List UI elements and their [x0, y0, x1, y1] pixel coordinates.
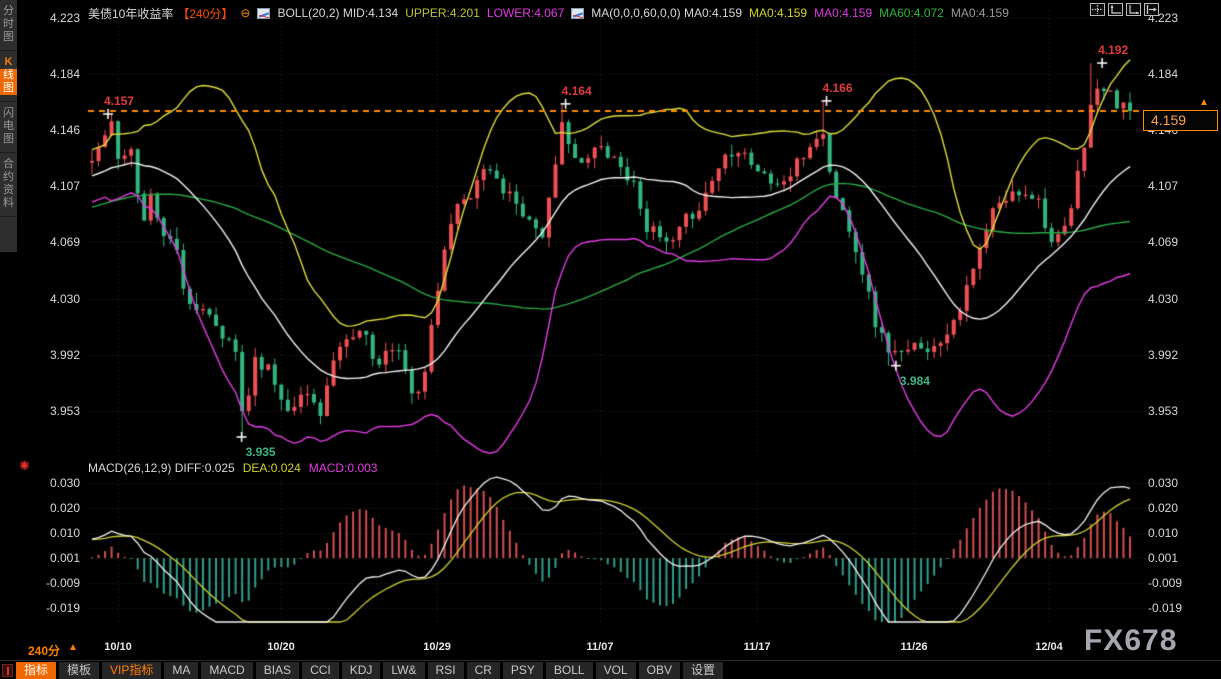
y-axis-tick-right: 4.184: [1148, 67, 1178, 81]
price-annotation: 4.164: [562, 84, 592, 98]
toolbar-button-0[interactable]: 指标: [16, 662, 56, 679]
toolbar-button-12[interactable]: BOLL: [546, 662, 593, 679]
y-axis-tick-left: 4.030: [28, 292, 80, 306]
price-annotation: 4.157: [104, 94, 134, 108]
x-axis-tick: 11/26: [892, 641, 936, 653]
toolbar-button-1[interactable]: 模板: [59, 662, 99, 679]
kline-mini-icon[interactable]: [2, 664, 13, 677]
toolbar-button-5[interactable]: BIAS: [256, 662, 299, 679]
macd-tick-left: -0.009: [28, 576, 80, 590]
x-axis-scale-icon[interactable]: [1126, 3, 1141, 16]
dea-readout: DEA:0.024: [243, 461, 301, 475]
macd-tick-right: 0.020: [1148, 501, 1178, 515]
x-axis-tick: 11/07: [578, 641, 622, 653]
toolbar-button-4[interactable]: MACD: [201, 662, 252, 679]
price-annotation: 4.192: [1098, 43, 1128, 57]
y-axis-tick-right: 3.992: [1148, 348, 1178, 362]
watermark: FX678: [1084, 624, 1177, 658]
y-axis-tick-left: 3.992: [28, 348, 80, 362]
sidebar-tab-2[interactable]: 闪电图: [0, 102, 17, 153]
mini-chart-icon[interactable]: [257, 8, 270, 19]
macd-tick-left: 0.001: [28, 551, 80, 565]
x-axis-tick: 10/10: [96, 641, 140, 653]
macd-tick-left: -0.019: [28, 601, 80, 615]
chart-toolbar-icons: [1090, 3, 1159, 16]
boll-lower-readout: LOWER:4.067: [487, 6, 564, 20]
sidebar-tab-0[interactable]: 分时图: [0, 0, 17, 51]
macd-tick-right: -0.019: [1148, 601, 1182, 615]
period-label[interactable]: 240分: [28, 642, 60, 659]
price-annotation: 3.984: [900, 374, 930, 388]
boll-upper-readout: UPPER:4.201: [405, 6, 480, 20]
y-axis-tick-left: 4.107: [28, 179, 80, 193]
y-axis-tick-right: 4.030: [1148, 292, 1178, 306]
chart-header: 美债10年收益率 【240分】 ⊖ BOLL(20,2) MID:4.134 U…: [88, 5, 1009, 21]
macd-tick-right: 0.030: [1148, 476, 1178, 490]
boll-readout: BOLL(20,2) MID:4.134: [277, 6, 398, 20]
ma-group-readout: MA(0,0,0,60,0,0) MA0:4.159: [591, 6, 742, 20]
y-axis-tick-left: 4.184: [28, 67, 80, 81]
mini-chart-icon[interactable]: [571, 8, 584, 19]
macd-tick-left: 0.010: [28, 526, 80, 540]
macd-tick-right: 0.001: [1148, 551, 1178, 565]
x-axis-tick: 10/20: [259, 641, 303, 653]
sidebar: 分时图K线图闪电图合约资料: [0, 0, 17, 252]
macd-tick-left: 0.020: [28, 501, 80, 515]
toolbar-button-10[interactable]: CR: [467, 662, 500, 679]
macd-tick-right: 0.010: [1148, 526, 1178, 540]
ma60-readout: MA60:4.072: [879, 6, 944, 20]
toolbar-button-11[interactable]: PSY: [503, 662, 543, 679]
period-badge: 【240分】: [177, 5, 233, 22]
last-price-box: 4.159: [1143, 110, 1218, 131]
macd-tick-right: -0.009: [1148, 576, 1182, 590]
toolbar-button-14[interactable]: OBV: [639, 662, 680, 679]
y-axis-tick-right: 4.107: [1148, 179, 1178, 193]
price-annotation: 4.166: [823, 81, 853, 95]
ma-yellow-readout: MA0:4.159: [749, 6, 807, 20]
price-annotation: 3.935: [246, 445, 276, 459]
macd-header: MACD(26,12,9) DIFF:0.025 DEA:0.024 MACD:…: [88, 461, 377, 475]
chart-app: 分时图K线图闪电图合约资料 美债10年收益率 【240分】 ⊖ BOLL(20,…: [0, 0, 1221, 679]
indicator-toolbar: 指标模板VIP指标MAMACDBIASCCIKDJLW&RSICRPSYBOLL…: [0, 660, 1221, 679]
x-axis-tick: 10/29: [415, 641, 459, 653]
toolbar-button-7[interactable]: KDJ: [342, 662, 381, 679]
y-axis-scale-icon[interactable]: [1108, 3, 1123, 16]
crosshair-icon[interactable]: [1090, 3, 1105, 16]
period-up-arrow-icon[interactable]: ▲: [68, 642, 78, 653]
macd-readout: MACD(26,12,9) DIFF:0.025: [88, 461, 235, 475]
toolbar-button-13[interactable]: VOL: [596, 662, 636, 679]
chart-canvas[interactable]: [0, 0, 1221, 679]
chart-title: 美债10年收益率: [88, 5, 173, 22]
sidebar-tab-3[interactable]: 合约资料: [0, 153, 17, 217]
toolbar-button-9[interactable]: RSI: [428, 662, 464, 679]
x-axis-tick: 12/04: [1027, 641, 1071, 653]
sidebar-tab-1[interactable]: K线图: [0, 51, 17, 102]
collapse-circle-icon[interactable]: ⊖: [240, 7, 250, 19]
y-axis-tick-left: 3.953: [28, 404, 80, 418]
pan-right-icon[interactable]: [1144, 3, 1159, 16]
price-up-arrow-icon: ▲: [1199, 97, 1209, 108]
ma-gray-readout: MA0:4.159: [951, 6, 1009, 20]
y-axis-tick-left: 4.146: [28, 123, 80, 137]
toolbar-button-6[interactable]: CCI: [302, 662, 339, 679]
y-axis-tick-left: 4.223: [28, 11, 80, 25]
toolbar-button-3[interactable]: MA: [164, 662, 198, 679]
ma-magenta-readout: MA0:4.159: [814, 6, 872, 20]
toolbar-button-8[interactable]: LW&: [383, 662, 424, 679]
y-axis-tick-left: 4.069: [28, 235, 80, 249]
toolbar-button-2[interactable]: VIP指标: [102, 662, 161, 679]
macd-tick-left: 0.030: [28, 476, 80, 490]
toolbar-button-15[interactable]: 设置: [683, 662, 723, 679]
macd-value-readout: MACD:0.003: [309, 461, 378, 475]
x-axis-tick: 11/17: [735, 641, 779, 653]
y-axis-tick-right: 4.069: [1148, 235, 1178, 249]
y-axis-tick-right: 3.953: [1148, 404, 1178, 418]
alert-icon[interactable]: ✺: [19, 458, 30, 474]
